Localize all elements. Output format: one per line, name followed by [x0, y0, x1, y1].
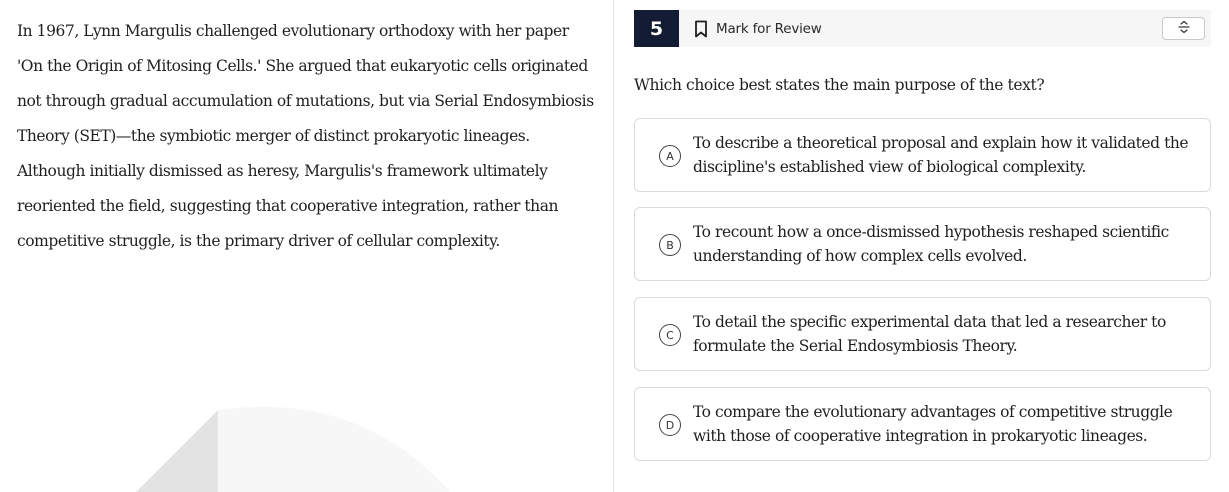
choice-letter-c: C	[659, 324, 681, 346]
pane-divider	[613, 0, 614, 492]
choice-text-c: To detail the specific experimental data…	[693, 313, 1166, 355]
mark-for-review-label: Mark for Review	[716, 20, 822, 37]
passage-text: In 1967, Lynn Margulis challenged evolut…	[17, 22, 594, 250]
strikethrough-icon	[1177, 19, 1191, 38]
bookmark-icon	[694, 20, 708, 38]
answer-choice-b[interactable]: B To recount how a once-dismissed hypoth…	[634, 207, 1211, 281]
choice-text-b: To recount how a once-dismissed hypothes…	[693, 223, 1169, 265]
strikethrough-toggle-button[interactable]	[1162, 17, 1205, 40]
question-header: 5 Mark for Review	[634, 10, 1211, 47]
choice-letter-d: D	[659, 414, 681, 436]
answer-choice-c[interactable]: C To detail the specific experimental da…	[634, 297, 1211, 371]
question-number-badge: 5	[634, 10, 679, 47]
question-prompt: Which choice best states the main purpos…	[634, 76, 1045, 94]
answer-choice-a[interactable]: A To describe a theoretical proposal and…	[634, 118, 1211, 192]
choice-text-a: To describe a theoretical proposal and e…	[693, 134, 1189, 176]
choice-letter-b: B	[659, 234, 681, 256]
choice-text-d: To compare the evolutionary advantages o…	[693, 403, 1173, 445]
mark-for-review-button[interactable]: Mark for Review	[694, 10, 822, 47]
passage-pane: In 1967, Lynn Margulis challenged evolut…	[0, 0, 613, 492]
choice-letter-a: A	[659, 145, 681, 167]
answer-choice-d[interactable]: D To compare the evolutionary advantages…	[634, 387, 1211, 461]
